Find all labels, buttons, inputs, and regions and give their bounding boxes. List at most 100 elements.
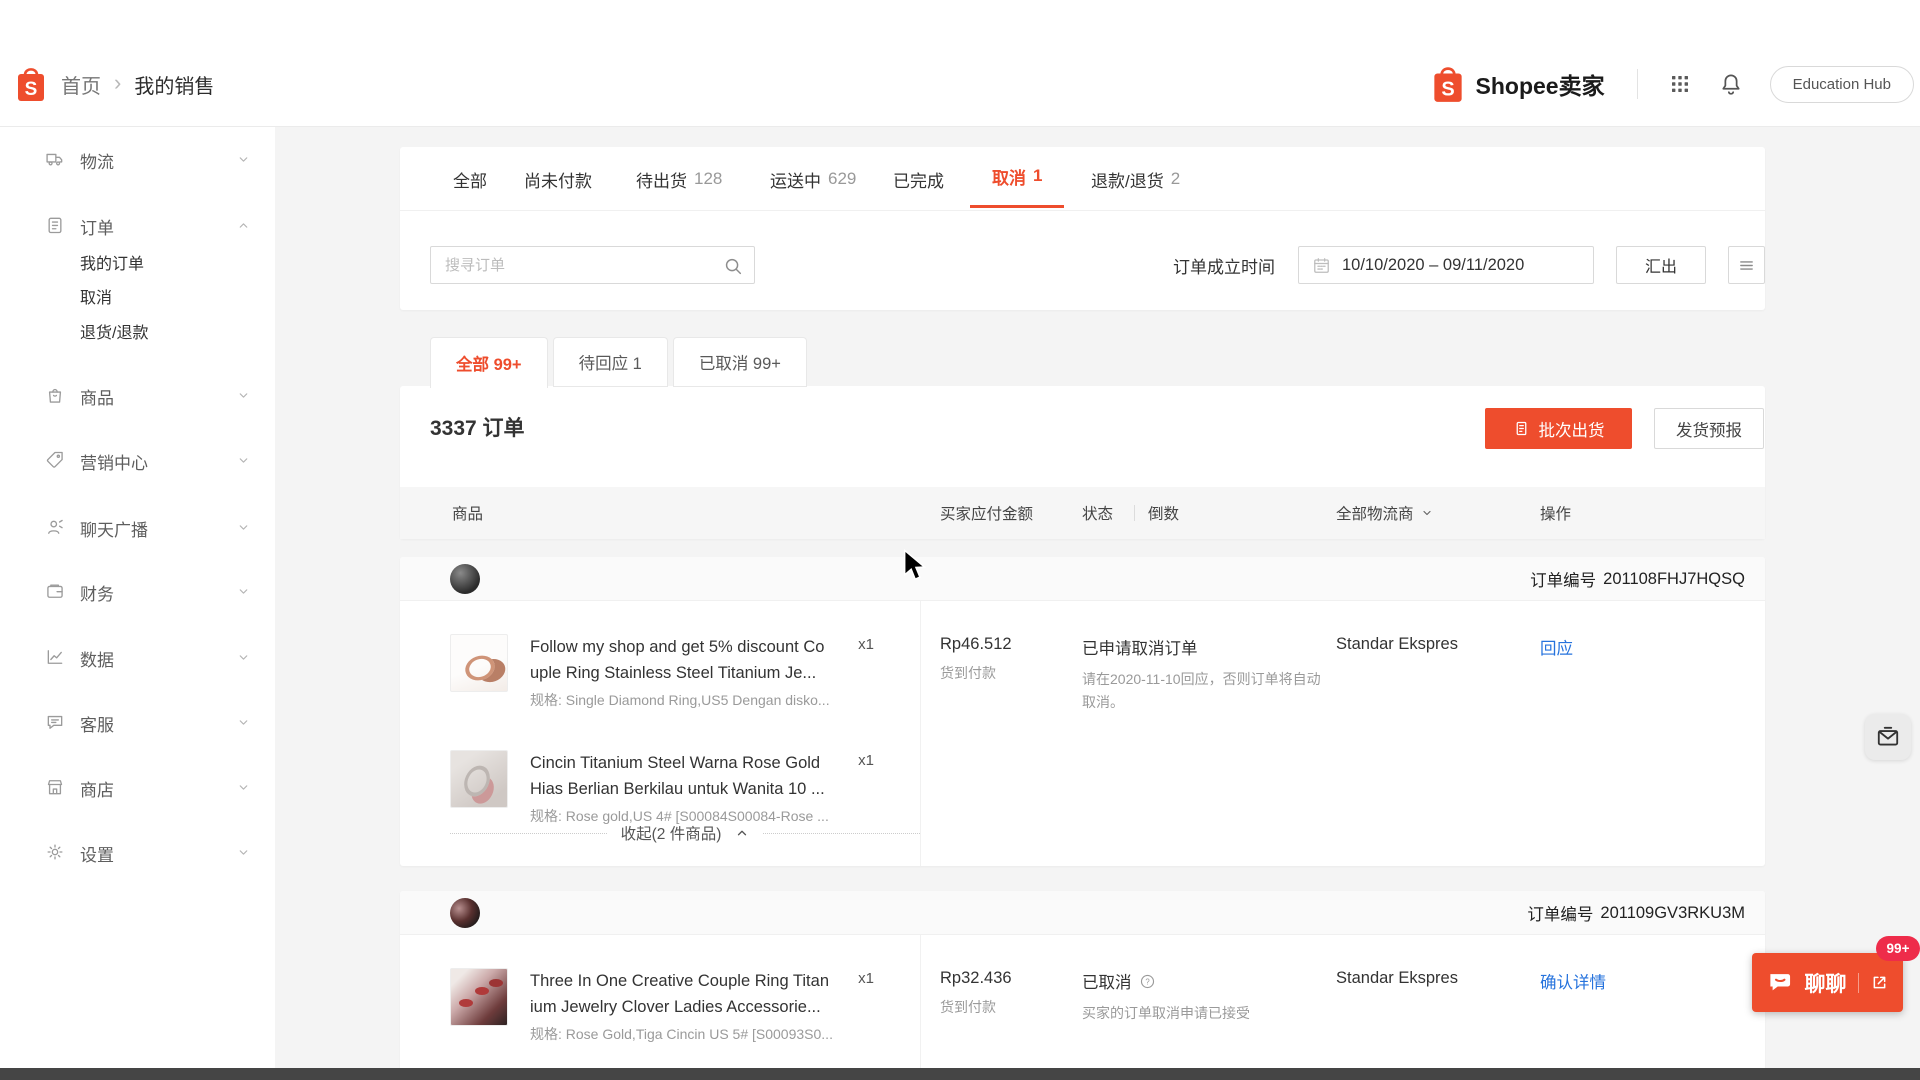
svg-text:S: S <box>25 79 38 100</box>
sidebar-item-chat-broadcast[interactable]: 聊天广播 <box>0 507 275 547</box>
buyer-avatar[interactable] <box>450 564 480 594</box>
status-note: 买家的订单取消申请已接受 <box>1082 1005 1250 1021</box>
sidebar: 物流 订单 我的订单 取消 退货/退款 商品 营销中心 聊天广播 财务 数据 客… <box>0 127 275 1080</box>
confirm-details-link[interactable]: 确认详情 <box>1540 974 1606 992</box>
sidebar-item-finance[interactable]: 财务 <box>0 571 275 611</box>
document-icon <box>1516 421 1526 436</box>
payment-method: 货到付款 <box>940 999 996 1015</box>
tab-completed[interactable]: 已完成 <box>893 147 944 211</box>
tab-shipping[interactable]: 运送中 629 <box>770 147 856 211</box>
buyer-avatar[interactable] <box>450 898 480 928</box>
tab-to-ship[interactable]: 待出货 128 <box>636 147 722 211</box>
product-quantity: x1 <box>858 752 874 769</box>
chevron-down-icon <box>239 850 248 855</box>
sidebar-item-my-orders[interactable]: 我的订单 <box>0 243 275 277</box>
product-image <box>450 634 508 692</box>
tab-unpaid[interactable]: 尚未付款 <box>524 147 592 211</box>
chat-float-button[interactable]: 聊聊 <box>1752 953 1903 1012</box>
order-number: 订单编号 201108FHJ7HQSQ <box>1530 569 1745 591</box>
product-row[interactable]: Three In One Creative Couple Ring Titan … <box>450 968 920 1044</box>
app-launcher-icon[interactable] <box>1668 72 1692 96</box>
sidebar-item-customer-service[interactable]: 客服 <box>0 702 275 742</box>
sidebar-item-settings[interactable]: 设置 <box>0 832 275 872</box>
product-title-line1: Three In One Creative Couple Ring Titan <box>530 972 829 990</box>
date-range-value: 10/10/2020 – 09/11/2020 <box>1342 255 1525 274</box>
chevron-up-icon <box>239 223 248 228</box>
bulk-ship-button[interactable]: 批次出货 <box>1485 408 1632 449</box>
grid-icon <box>1671 76 1688 92</box>
subtab-to-respond[interactable]: 待回应 1 <box>552 337 668 387</box>
status-text: 已申请取消订单 <box>1082 640 1198 658</box>
export-menu-button[interactable] <box>1728 246 1765 284</box>
chat-icon <box>1769 974 1790 991</box>
tab-cancellation[interactable]: 取消 1 <box>970 147 1065 208</box>
tab-all[interactable]: 全部 <box>453 147 487 211</box>
sidebar-item-data[interactable]: 数据 <box>0 637 275 677</box>
order-clipboard-icon <box>48 217 62 234</box>
breadcrumb-home[interactable]: 首页 <box>61 70 101 99</box>
product-image <box>450 968 508 1026</box>
shopee-seller-page: S 首页 › 我的销售 S Shopee卖家 Education Hub 物流 … <box>0 0 1920 1080</box>
line-chart-icon <box>47 650 63 664</box>
order-status-cell: 已取消 ? 买家的订单取消申请已接受 <box>1082 969 1327 1025</box>
column-header-amount: 买家应付金额 <box>940 506 1034 523</box>
order-amount-cell: Rp46.512 货到付款 <box>940 635 1080 683</box>
notifications-bell[interactable] <box>1718 71 1744 97</box>
order-number: 订单编号 201109GV3RKU3M <box>1527 903 1745 925</box>
order-card: 订单编号 201109GV3RKU3M Three In One Creativ… <box>400 891 1765 1080</box>
logistics-filter-dropdown[interactable]: 全部物流商 <box>1336 502 1433 524</box>
orders-filter-card: 全部 尚未付款 待出货128 运送中629 已完成 取消1 退款/退货2 订单成… <box>400 147 1765 310</box>
amount-value: Rp32.436 <box>940 969 1012 987</box>
sidebar-item-return-refund[interactable]: 退货/退款 <box>0 312 275 346</box>
product-image <box>450 750 508 808</box>
product-quantity: x1 <box>858 636 874 653</box>
payment-method: 货到付款 <box>940 665 996 681</box>
tab-return-refund[interactable]: 退款/退货 2 <box>1091 147 1180 211</box>
order-header: 订单编号 201109GV3RKU3M <box>400 891 1765 935</box>
page-title: 我的销售 <box>134 75 215 98</box>
question-circle-icon[interactable]: ? <box>1139 973 1156 990</box>
search-input[interactable] <box>431 247 754 283</box>
sidebar-item-cancellation[interactable]: 取消 <box>0 277 275 311</box>
product-row[interactable]: Cincin Titanium Steel Warna Rose Gold Hi… <box>450 750 920 826</box>
dotted-line <box>763 832 921 834</box>
shopee-logo-icon[interactable]: S <box>14 64 48 104</box>
sidebar-item-products[interactable]: 商品 <box>0 375 275 415</box>
sidebar-item-orders[interactable]: 订单 <box>0 205 275 245</box>
product-title-line2: Hias Berlian Berkilau untuk Wanita 10 ..… <box>530 780 825 798</box>
date-range-picker[interactable]: 10/10/2020 – 09/11/2020 <box>1298 246 1594 284</box>
column-divider <box>920 935 921 1080</box>
sidebar-item-shop[interactable]: 商店 <box>0 767 275 807</box>
bell-icon <box>1722 74 1740 95</box>
column-header-product: 商品 <box>452 506 484 523</box>
sidebar-item-logistics[interactable]: 物流 <box>0 139 275 179</box>
subtab-cancelled[interactable]: 已取消 99+ <box>672 337 807 387</box>
collapse-products-toggle[interactable]: 收起(2 件商品) <box>450 819 921 847</box>
logistics-provider: Standar Ekspres <box>1336 969 1458 987</box>
svg-text:?: ? <box>1145 977 1150 986</box>
search-icon[interactable] <box>722 255 744 277</box>
column-divider <box>1134 505 1135 521</box>
dotted-line <box>450 832 607 834</box>
svg-text:S: S <box>1441 79 1454 101</box>
education-hub-button[interactable]: Education Hub <box>1769 65 1914 103</box>
shopee-seller-logo-icon: S <box>1433 67 1462 102</box>
sidebar-item-marketing-centre[interactable]: 营销中心 <box>0 440 275 480</box>
mail-float-button[interactable] <box>1865 714 1911 760</box>
export-button[interactable]: 汇出 <box>1616 246 1706 284</box>
product-row[interactable]: Follow my shop and get 5% discount Co up… <box>450 634 920 710</box>
status-note: 请在2020-11-10回应，否则订单将自动取消。 <box>1082 671 1321 710</box>
shipment-forecast-button[interactable]: 发货预报 <box>1654 408 1764 449</box>
tag-icon <box>46 451 63 468</box>
order-card: 订单编号 201108FHJ7HQSQ Follow my shop and g… <box>400 557 1765 866</box>
chevron-down-icon <box>239 720 248 725</box>
order-search <box>430 246 755 284</box>
chevron-down-icon <box>239 785 248 790</box>
column-header-status: 状态 <box>1082 506 1114 523</box>
respond-link[interactable]: 回应 <box>1540 640 1573 658</box>
order-action-cell: 回应 <box>1540 635 1573 659</box>
subtab-all[interactable]: 全部 99+ <box>430 337 548 388</box>
order-action-cell: 确认详情 <box>1540 969 1606 993</box>
order-products: Three In One Creative Couple Ring Titan … <box>450 935 920 1080</box>
order-status-cell: 已申请取消订单 请在2020-11-10回应，否则订单将自动取消。 <box>1082 635 1327 714</box>
